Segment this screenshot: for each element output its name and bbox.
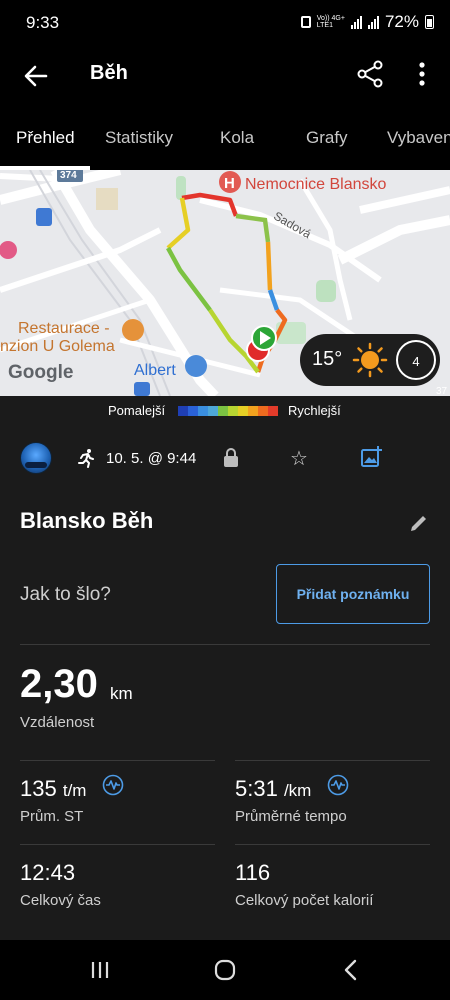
lock-icon[interactable]: [222, 448, 240, 468]
stat-label: Celkový počet kalorií: [235, 892, 374, 909]
pace-legend: Pomalejší Rychlejší: [0, 396, 450, 426]
network-label: Vo)) 4G+ LTE1: [317, 15, 345, 29]
stat-label: Průměrné tempo: [235, 808, 347, 825]
stat-number: 5:31: [235, 776, 278, 801]
stat-calories: 116 Celkový počet kalorií: [235, 844, 430, 928]
recent-apps-icon[interactable]: [84, 954, 116, 986]
distance-value: 2,30: [20, 662, 98, 706]
divider: [235, 760, 430, 761]
distance-unit: km: [110, 684, 133, 703]
pace-gradient: [178, 406, 278, 416]
signal-icon: [350, 15, 362, 29]
stat-number: 12:43: [20, 860, 76, 885]
back-nav-icon[interactable]: [335, 954, 367, 986]
star-icon[interactable]: ☆: [290, 446, 308, 471]
svg-text:H: H: [224, 175, 235, 192]
home-icon[interactable]: [209, 954, 241, 986]
activity-datetime: 10. 5. @ 9:44: [106, 450, 197, 467]
back-arrow-icon[interactable]: [20, 60, 52, 92]
stat-number: 116: [235, 860, 271, 885]
map-label-road-37: 37: [436, 386, 448, 396]
stat-avg-cadence: 135 t/m Prům. ST: [20, 760, 215, 844]
tab-charts[interactable]: Grafy: [306, 128, 348, 148]
pace-color-swatch: [218, 406, 228, 416]
divider: [20, 644, 430, 645]
pace-color-swatch: [238, 406, 248, 416]
google-logo: Google: [8, 362, 74, 383]
activity-title: Blansko Běh: [20, 508, 154, 533]
tab-overview[interactable]: Přehled: [16, 128, 75, 148]
legend-faster-label: Rychlejší: [288, 403, 341, 418]
activity-details: 10. 5. @ 9:44 ☆ Blansko Běh Jak to šlo? …: [0, 426, 450, 940]
lock-status-icon: [300, 16, 311, 28]
divider: [235, 844, 430, 845]
status-icons: Vo)) 4G+ LTE1 72%: [300, 12, 434, 32]
wind-speed: 4: [412, 354, 420, 369]
map-label-restaurant-2: nzion U Golema: [0, 338, 115, 355]
distance-label: Vzdálenost: [20, 714, 95, 731]
stat-unit: t/m: [62, 781, 87, 800]
stat-number: 135: [20, 776, 57, 801]
map-label-restaurant: Restaurace -: [18, 320, 110, 337]
activity-info-row: 10. 5. @ 9:44 ☆: [0, 440, 450, 480]
running-icon: [78, 449, 94, 468]
weather-temperature: 15°: [312, 348, 343, 370]
tab-bar: Přehled Statistiky Kola Grafy Vybaven: [0, 106, 450, 170]
tab-equipment[interactable]: Vybaven: [387, 128, 450, 148]
more-options-icon[interactable]: [410, 58, 434, 90]
page-title: Běh: [90, 62, 128, 84]
stat-value: 116: [235, 860, 270, 886]
system-nav-bar: [0, 940, 450, 1000]
route-map[interactable]: H Nemocnice Blansko Sadová 374 Restaurac…: [0, 170, 450, 396]
signal-2-icon: [367, 15, 379, 29]
stat-total-time: 12:43 Celkový čas: [20, 844, 215, 928]
avatar[interactable]: [20, 442, 52, 474]
weather-widget: 15° 4: [300, 334, 440, 386]
pace-color-swatch: [208, 406, 218, 416]
add-note-button[interactable]: Přidat poznámku: [276, 564, 430, 624]
status-time: 9:33: [26, 13, 60, 32]
stat-label: Celkový čas: [20, 892, 101, 909]
app-header: Běh: [0, 46, 450, 106]
pace-color-swatch: [248, 406, 258, 416]
heart-rate-info-icon[interactable]: [102, 774, 124, 796]
network-line1: Vo)) 4G+: [316, 15, 345, 22]
map-label-road-374: 374: [60, 170, 77, 181]
network-line2: LTE1: [316, 22, 333, 29]
share-icon[interactable]: [354, 58, 386, 90]
stat-label: Prům. ST: [20, 808, 84, 825]
tab-statistics[interactable]: Statistiky: [105, 128, 173, 148]
stat-value: 5:31 /km: [235, 776, 311, 802]
map-label-hospital: Nemocnice Blansko: [245, 176, 387, 193]
stat-value: 12:43: [20, 860, 75, 886]
pace-color-swatch: [188, 406, 198, 416]
divider: [20, 844, 215, 845]
pace-color-swatch: [258, 406, 268, 416]
how-was-it-prompt: Jak to šlo?: [20, 584, 111, 605]
status-bar: 9:33 Vo)) 4G+ LTE1 72%: [0, 0, 450, 46]
add-photo-icon[interactable]: [360, 446, 382, 468]
map-label-shop: Albert: [134, 362, 176, 379]
battery-icon: [425, 15, 434, 29]
pace-info-icon[interactable]: [327, 774, 349, 796]
battery-percent: 72%: [384, 12, 419, 31]
stat-avg-pace: 5:31 /km Průměrné tempo: [235, 760, 430, 844]
pace-color-swatch: [228, 406, 238, 416]
tab-laps[interactable]: Kola: [220, 128, 254, 148]
edit-pencil-icon[interactable]: [408, 512, 430, 534]
legend-slower-label: Pomalejší: [108, 403, 166, 418]
pace-color-swatch: [198, 406, 208, 416]
wind-compass-icon: 4: [396, 340, 436, 380]
stat-value: 135 t/m: [20, 776, 86, 802]
divider: [20, 760, 215, 761]
sun-icon: [352, 342, 388, 378]
pace-color-swatch: [268, 406, 278, 416]
stat-unit: /km: [283, 781, 312, 800]
pace-color-swatch: [178, 406, 188, 416]
